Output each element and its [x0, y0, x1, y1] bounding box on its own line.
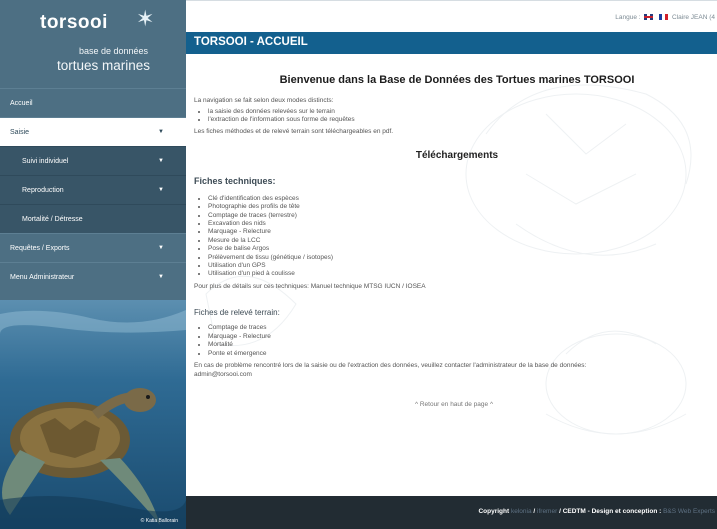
- fr-flag-icon[interactable]: [659, 14, 669, 20]
- page-title: TORSOOI - ACCUEIL: [194, 36, 308, 48]
- field-sheets-list: Comptage de traces Marquage - Relecture …: [194, 324, 714, 358]
- ifremer-link[interactable]: ifremer: [537, 508, 557, 515]
- nav-label: Mortalité / Détresse: [22, 215, 83, 223]
- nav-label: Reproduction: [22, 186, 64, 194]
- download-link[interactable]: Ponte et émergence: [208, 350, 714, 358]
- back-to-top-link[interactable]: ^ Retour en haut de page ^: [194, 401, 714, 410]
- download-link[interactable]: Excavation des nids: [208, 220, 714, 228]
- caret-down-icon: ▼: [158, 245, 164, 251]
- user-name[interactable]: Claire JEAN (4: [672, 14, 715, 21]
- uk-flag-icon[interactable]: [644, 14, 654, 20]
- starfish-icon: ✶: [136, 6, 155, 31]
- download-link[interactable]: Utilisation d'un pied à coulisse: [208, 270, 714, 278]
- pdf-note: Les fiches méthodes et de relevé terrain…: [194, 128, 394, 136]
- welcome-heading: Bienvenue dans la Base de Données des To…: [279, 74, 635, 86]
- nav-label: Suivi individuel: [22, 157, 69, 165]
- download-link[interactable]: Photographie des profils de tête: [208, 203, 714, 211]
- contact-text: En cas de problème rencontré lors de la …: [194, 362, 587, 369]
- list-item: l'extraction de l'information sous forme…: [208, 116, 714, 124]
- list-item: la saisie des données relevées sur le te…: [208, 108, 714, 116]
- page-title-bar: TORSOOI - ACCUEIL: [186, 32, 717, 54]
- tech-more-text[interactable]: Pour plus de détails sur ces techniques:…: [194, 283, 714, 292]
- logo-subtitle-2: tortues marines: [56, 58, 150, 73]
- modes-list: la saisie des données relevées sur le te…: [194, 108, 714, 125]
- top-bar: Langue : Claire JEAN (4: [186, 0, 717, 30]
- caret-down-icon: ▼: [158, 187, 164, 193]
- footer: Copyright kelonia / ifremer / CEDTM - De…: [186, 496, 717, 529]
- download-link[interactable]: Utilisation d'un GPS: [208, 262, 714, 270]
- download-link[interactable]: Marquage - Relecture: [208, 333, 714, 341]
- sea-turtle-photo: © Katia Ballorain: [0, 300, 186, 529]
- logo-subtitle-1: base de données: [78, 46, 148, 56]
- logo-wordmark: torsooi: [40, 12, 108, 33]
- logo[interactable]: torsooi ✶ base de données tortues marine…: [0, 0, 186, 88]
- nav-label: Saisie: [10, 128, 30, 136]
- designer-link[interactable]: B&S Web Experts: [663, 508, 715, 515]
- nav-item-accueil[interactable]: Accueil: [0, 88, 186, 117]
- footer-credit-text: / CEDTM - Design et conception :: [559, 508, 662, 515]
- content-body: Bienvenue dans la Base de Données des To…: [194, 54, 714, 410]
- tech-sheets-heading: Fiches techniques:: [194, 175, 276, 186]
- download-link[interactable]: Clé d'identification des espèces: [208, 195, 714, 203]
- photo-credit: © Katia Ballorain: [140, 518, 178, 524]
- footer-separator: /: [533, 508, 536, 515]
- download-link[interactable]: Comptage de traces: [208, 324, 714, 332]
- language-selector: Langue : Claire JEAN (4: [615, 14, 715, 21]
- nav-item-saisie[interactable]: Saisie ▼: [0, 117, 186, 146]
- nav-item-requetes-exports[interactable]: Requêtes / Exports ▼: [0, 233, 186, 262]
- saisie-submenu: Suivi individuel ▼ Reproduction ▼ Mortal…: [0, 146, 186, 233]
- sidebar-nav: Accueil Saisie ▼ Suivi individuel ▼ Repr…: [0, 88, 186, 291]
- nav-label: Menu Administrateur: [10, 273, 75, 281]
- tech-sheets-list: Clé d'identification des espèces Photogr…: [194, 195, 714, 279]
- download-link[interactable]: Mortalité: [208, 341, 714, 349]
- nav-item-mortalite[interactable]: Mortalité / Détresse: [0, 204, 186, 233]
- caret-down-icon: ▼: [158, 129, 164, 135]
- sidebar: torsooi ✶ base de données tortues marine…: [0, 0, 186, 529]
- download-link[interactable]: Mesure de la LCC: [208, 237, 714, 245]
- downloads-heading: Téléchargements: [415, 149, 499, 161]
- contact-email-line: admin@torsooi.com: [194, 371, 714, 380]
- caret-down-icon: ▼: [158, 274, 164, 280]
- intro-text: La navigation se fait selon deux modes d…: [194, 97, 334, 104]
- download-link[interactable]: Prélèvement de tissu (génétique / isotop…: [208, 254, 714, 262]
- language-label: Langue :: [615, 14, 641, 21]
- copyright-label: Copyright: [478, 508, 510, 515]
- field-sheets-heading: Fiches de relevé terrain:: [194, 308, 280, 318]
- nav-item-menu-administrateur[interactable]: Menu Administrateur ▼: [0, 262, 186, 291]
- nav-item-suivi-individuel[interactable]: Suivi individuel ▼: [0, 146, 186, 175]
- nav-item-reproduction[interactable]: Reproduction ▼: [0, 175, 186, 204]
- download-link[interactable]: Comptage de traces (terrestre): [208, 212, 714, 220]
- nav-label: Accueil: [10, 99, 33, 107]
- kelonia-link[interactable]: kelonia: [511, 508, 532, 515]
- download-link[interactable]: Pose de balise Argos: [208, 245, 714, 253]
- admin-email-link[interactable]: admin@torsooi.com: [194, 371, 252, 378]
- download-link[interactable]: Marquage - Relecture: [208, 228, 714, 236]
- nav-label: Requêtes / Exports: [10, 244, 70, 252]
- sea-turtle-illustration: [0, 300, 186, 529]
- caret-down-icon: ▼: [158, 158, 164, 164]
- main-content: Bienvenue dans la Base de Données des To…: [186, 54, 717, 496]
- footer-copyright: Copyright kelonia / ifremer / CEDTM - De…: [478, 508, 715, 515]
